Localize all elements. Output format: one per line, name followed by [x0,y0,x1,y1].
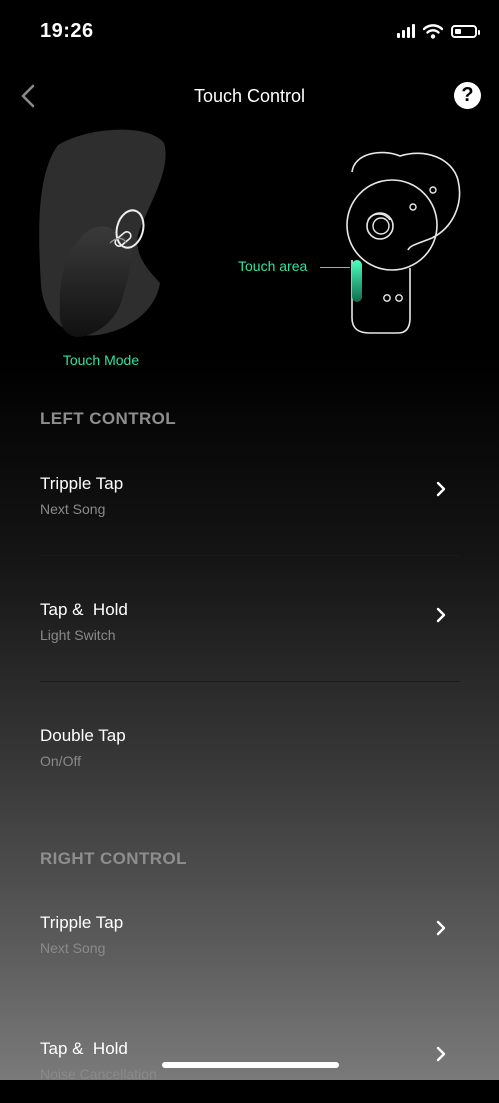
chevron-right-icon [436,1046,446,1062]
ear-touch-illustration [39,129,166,337]
right-tap-hold-row[interactable]: Tap & Hold Noise Cancellation [40,1039,460,1103]
help-icon: ? [461,84,474,106]
battery-icon [451,24,480,38]
row-value: Next Song [40,501,106,517]
chevron-right-icon [436,481,446,497]
cellular-signal-icon [397,24,415,38]
left-tripple-tap-row[interactable]: Tripple Tap Next Song [40,474,460,538]
left-tap-hold-row[interactable]: Tap & Hold Light Switch [40,600,460,664]
left-control-header: LEFT CONTROL [40,409,177,428]
row-title: Tripple Tap [40,913,124,932]
row-title: Tap & Hold [40,1039,128,1058]
earbud-illustration [346,151,461,334]
row-value: On/Off [40,753,81,769]
page-title: Touch Control [193,86,306,106]
help-button[interactable]: ? [454,82,481,109]
status-time: 19:26 [40,20,94,42]
right-tripple-tap-row[interactable]: Tripple Tap Next Song [40,913,460,977]
chevron-right-icon [436,607,446,623]
touch-area-label: Touch area [238,258,308,274]
touch-mode-label: Touch Mode [62,352,140,368]
row-title: Tripple Tap [40,474,124,493]
row-title: Tap & Hold [40,600,128,619]
row-value: Light Switch [40,627,116,643]
nav-bar: Touch Control ? [0,70,499,124]
home-indicator[interactable] [162,1062,339,1068]
status-icons [397,20,480,42]
chevron-right-icon [436,920,446,936]
row-value: Next Song [40,940,106,956]
touch-illustration: Touch Mode Touch area [0,125,499,380]
row-title: Double Tap [40,726,126,745]
status-bar: 19:26 [0,0,499,60]
divider [40,555,460,556]
right-control-header: RIGHT CONTROL [40,849,187,868]
divider [40,681,460,682]
wifi-icon [423,23,443,39]
left-double-tap-row[interactable]: Double Tap On/Off [40,726,460,790]
touch-area-pointer-line [320,267,350,268]
